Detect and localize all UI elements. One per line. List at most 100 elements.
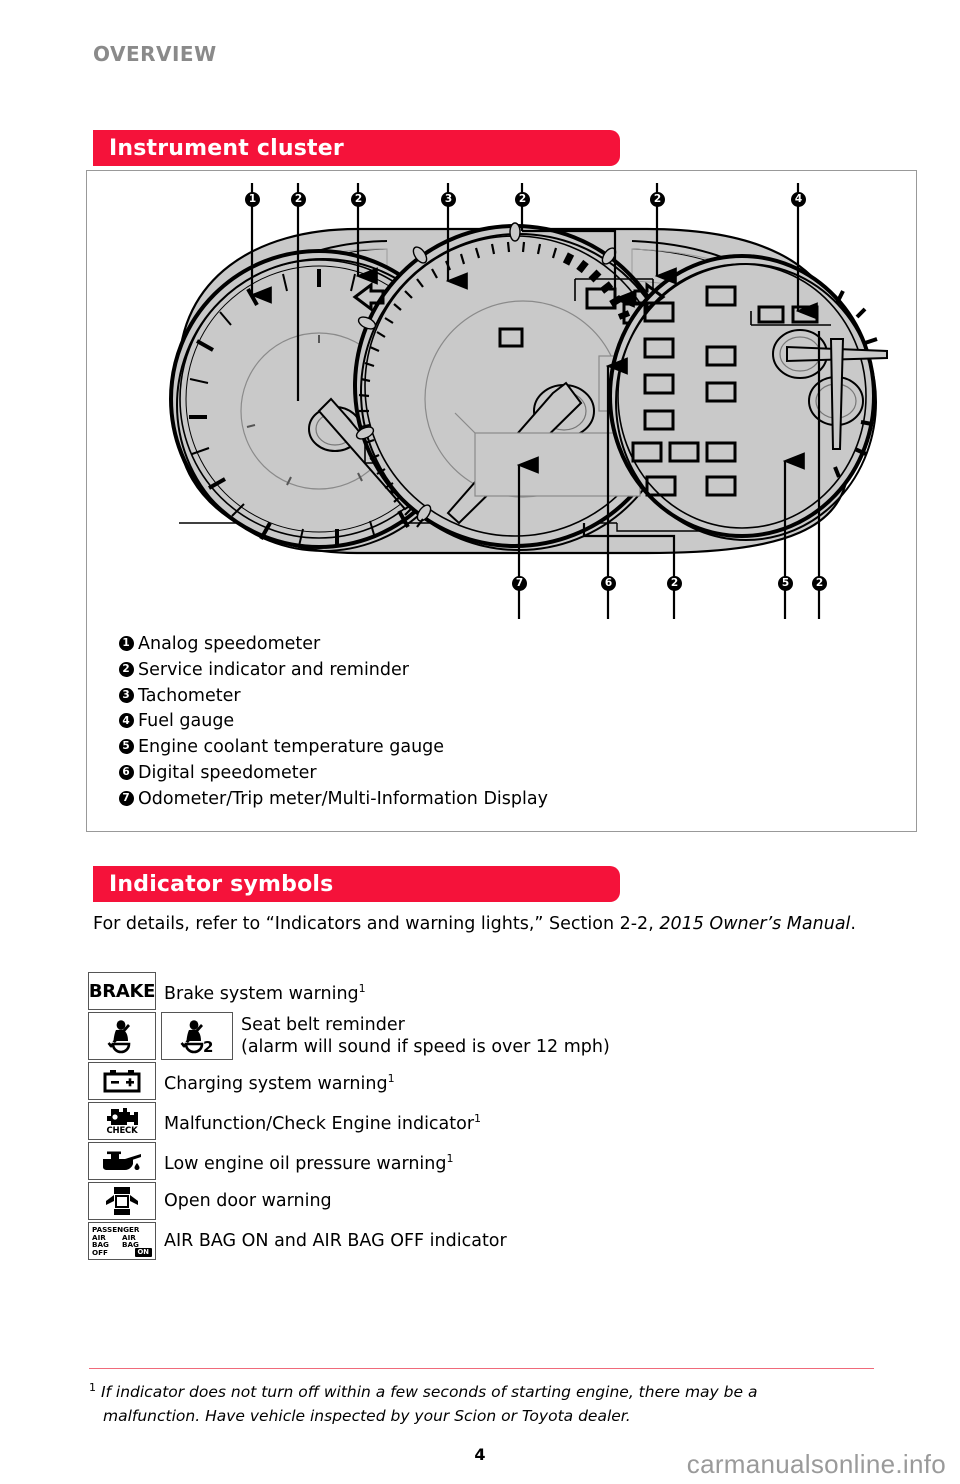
symbol-label: Malfunction/Check Engine indicator: [164, 1113, 475, 1134]
symbol-cell: PASSENGER AIR BAG AIR BAG OFF ON: [88, 1222, 156, 1260]
airbag-on-chip: ON: [134, 1248, 152, 1257]
symbol-label: Low engine oil pressure warning: [164, 1153, 447, 1174]
battery-glyph: [103, 1070, 141, 1093]
indicator-symbols-table: BRAKE Brake system warning1 2 Seat belt …: [88, 972, 888, 1262]
symbol-description: Malfunction/Check Engine indicator1: [164, 1108, 481, 1135]
list-item: 5 Engine coolant temperature gauge: [114, 737, 874, 763]
table-row: BRAKE Brake system warning1: [88, 972, 888, 1010]
site-watermark: carmanualsonline.info: [686, 1449, 946, 1479]
symbol-cell: CHECK: [88, 1102, 156, 1140]
legend-label: Odometer/Trip meter/Multi-Information Di…: [138, 788, 548, 809]
symbol-description: Seat belt reminder (alarm will sound if …: [241, 1014, 610, 1058]
callout-2: 2: [291, 192, 306, 207]
airbag-on-off-icon: PASSENGER AIR BAG AIR BAG OFF ON: [88, 1222, 156, 1260]
symbol-description: AIR BAG ON and AIR BAG OFF indicator: [164, 1230, 507, 1252]
seat-belt-reminder-icon: [88, 1012, 156, 1060]
symbol-description: Open door warning: [164, 1190, 332, 1212]
intro-text-tail: .: [850, 914, 856, 934]
callout-4: 4: [791, 192, 806, 207]
oil-can-glyph: [103, 1151, 141, 1170]
airbag-panel: PASSENGER AIR BAG AIR BAG OFF ON: [89, 1223, 155, 1259]
callout-2: 2: [351, 192, 366, 207]
seat-belt-glyph: [107, 1020, 131, 1054]
airbag-left-label: AIR BAG: [92, 1232, 109, 1249]
symbol-label: Open door warning: [164, 1191, 332, 1211]
footnote-marker: 1: [89, 1381, 96, 1394]
symbol-cell: [88, 1142, 156, 1180]
legend-number: 1: [114, 634, 138, 651]
brake-warning-icon: BRAKE: [88, 972, 156, 1010]
instrument-cluster-figure: 1 2 2 3 2 2 4 7 6 2 5 2 1 Analog speedom…: [86, 170, 917, 832]
list-item: 4 Fuel gauge: [114, 711, 874, 737]
open-door-icon: [88, 1182, 156, 1220]
fuel-and-coolant-dial: [608, 254, 888, 541]
callout-2: 2: [812, 576, 827, 591]
legend-number: 4: [114, 711, 138, 729]
footnote-marker: 1: [387, 1071, 395, 1085]
intro-text-manual-title: 2015 Owner’s Manual: [659, 914, 851, 934]
indicator-symbols-banner: Indicator symbols: [93, 866, 620, 902]
page-section-header: OVERVIEW: [93, 42, 217, 66]
legend-number: 5: [114, 737, 138, 755]
list-item: 7 Odometer/Trip meter/Multi-Information …: [114, 789, 874, 815]
symbol-description: Low engine oil pressure warning1: [164, 1148, 454, 1175]
seat-belt-glyph: 2: [180, 1020, 213, 1054]
table-row: CHECK Malfunction/Check Engine indicator…: [88, 1102, 888, 1140]
table-row: 2 Seat belt reminder (alarm will sound i…: [88, 1012, 888, 1060]
airbag-off-text: OFF: [92, 1248, 108, 1257]
instrument-cluster-diagram: [169, 183, 888, 619]
callout-2: 2: [650, 192, 665, 207]
legend-label: Analog speedometer: [138, 634, 321, 654]
legend-number: 7: [114, 789, 138, 806]
callout-5: 5: [778, 576, 793, 591]
symbol-cell: [88, 1182, 156, 1220]
list-item: 1 Analog speedometer: [114, 634, 874, 660]
symbol-cell: BRAKE: [88, 972, 156, 1010]
cluster-legend-list: 1 Analog speedometer 2 Service indicator…: [114, 634, 874, 815]
legend-label: Tachometer: [138, 685, 241, 706]
footnote-line1: If indicator does not turn off within a …: [100, 1383, 758, 1402]
check-engine-icon: CHECK: [88, 1102, 156, 1140]
symbol-label: Brake system warning: [164, 983, 359, 1004]
legend-label: Fuel gauge: [138, 711, 235, 732]
callout-3: 3: [441, 192, 456, 207]
rear-seat-count-text: 2: [203, 1038, 213, 1054]
intro-text-lead: For details, refer to “Indicators and wa…: [93, 914, 660, 934]
legend-label: Service indicator and reminder: [138, 659, 409, 680]
engine-glyph: [107, 1108, 138, 1126]
symbol-label-line2: (alarm will sound if speed is over 12 mp…: [241, 1037, 610, 1057]
footnote-marker: 1: [474, 1111, 482, 1125]
symbol-label: AIR BAG ON and AIR BAG OFF indicator: [164, 1231, 507, 1251]
oil-pressure-icon: [88, 1142, 156, 1180]
battery-charging-icon: [88, 1062, 156, 1100]
list-item: 2 Service indicator and reminder: [114, 660, 874, 686]
callout-2: 2: [515, 192, 530, 207]
legend-number: 3: [114, 686, 138, 703]
legend-label: Engine coolant temperature gauge: [138, 737, 445, 758]
symbol-cell: 2: [88, 1012, 233, 1060]
table-row: Charging system warning1: [88, 1062, 888, 1100]
list-item: 3 Tachometer: [114, 686, 874, 712]
check-icon-text: CHECK: [106, 1126, 138, 1137]
legend-number: 2: [114, 660, 138, 677]
instrument-cluster-banner-title: Instrument cluster: [109, 135, 344, 161]
car-open-doors-glyph: [106, 1187, 138, 1215]
legend-label: Digital speedometer: [138, 762, 317, 783]
table-row: Low engine oil pressure warning1: [88, 1142, 888, 1180]
legend-number: 6: [114, 763, 138, 780]
indicator-symbols-banner-title: Indicator symbols: [109, 871, 334, 897]
airbag-right-label: AIR BAG: [122, 1232, 139, 1249]
list-item: 6 Digital speedometer: [114, 763, 874, 789]
symbol-description: Brake system warning1: [164, 978, 366, 1005]
indicator-intro-paragraph: For details, refer to “Indicators and wa…: [93, 912, 883, 937]
footnote-text: 1 If indicator does not turn off within …: [89, 1376, 879, 1428]
footnote-line2: malfunction. Have vehicle inspected by y…: [103, 1407, 631, 1426]
table-row: Open door warning: [88, 1182, 888, 1220]
symbol-cell: [88, 1062, 156, 1100]
instrument-cluster-banner: Instrument cluster: [93, 130, 620, 166]
table-row: PASSENGER AIR BAG AIR BAG OFF ON AIR BAG…: [88, 1222, 888, 1260]
callout-6: 6: [601, 576, 616, 591]
callout-2: 2: [667, 576, 682, 591]
symbol-label-line1: Seat belt reminder: [241, 1015, 405, 1035]
callout-1: 1: [245, 192, 260, 207]
